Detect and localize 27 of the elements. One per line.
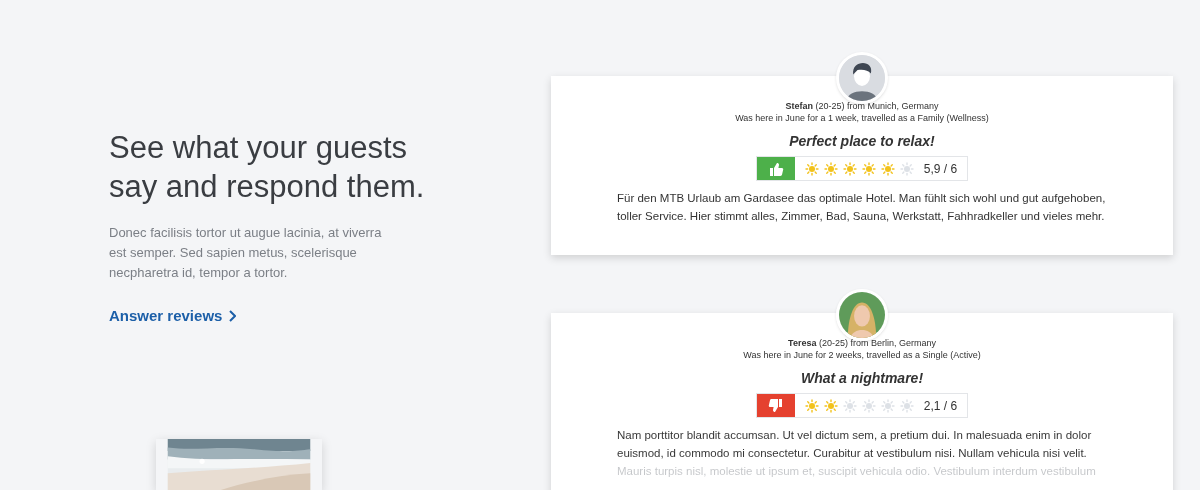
thumbs-down-icon — [767, 397, 784, 414]
sun-icon — [804, 398, 819, 413]
sun-icon — [823, 398, 838, 413]
sun-icon — [880, 398, 895, 413]
heading: See what your guests say and respond them. — [109, 129, 426, 206]
sun-icon — [899, 161, 914, 176]
sun-icon — [861, 161, 876, 176]
sun-icon — [899, 398, 914, 413]
reviewer-info: Teresa (20-25) from Berlin, Germany — [788, 337, 936, 349]
sun-icon — [861, 398, 876, 413]
sun-icon — [880, 161, 895, 176]
review-text: Für den MTB Urlaub am Gardasee das optimale Hotel. Man fühlt sich wohl und gut aufgehoben, toller Service. Hier stimmt alles, Zimmer, Bad, Sauna, Werkstatt, Fahhradkeller und vieles mehr. — [617, 191, 1107, 224]
review-title: Perfect place to relax! — [789, 132, 935, 151]
sun-icon — [842, 398, 857, 413]
stay-info: Was here in June for a 1 week, travelled as a Family (Wellness) — [735, 112, 989, 124]
score: 2,1 / 6 — [922, 397, 959, 415]
intro-text: Donec facilisis tortor ut augue lacinia, at viverra est semper. Sed sapien metus, scelerisque necpharetra id, tempor a tortor. — [109, 224, 383, 282]
score: 5,9 / 6 — [922, 160, 959, 178]
thumbs-up-icon — [767, 160, 784, 177]
review-title: What a nightmare! — [800, 369, 924, 388]
sun-icon — [842, 161, 857, 176]
stay-info: Was here in June for 2 weeks, travelled as a Single (Active) — [743, 349, 981, 361]
chevron-icon — [228, 310, 237, 323]
reviewer-info: Stefan (20-25) from Munich, Germany — [785, 100, 939, 112]
sun-icon — [804, 161, 819, 176]
answer-reviews-link[interactable]: Answer reviews — [109, 305, 237, 328]
sun-icon — [823, 161, 838, 176]
